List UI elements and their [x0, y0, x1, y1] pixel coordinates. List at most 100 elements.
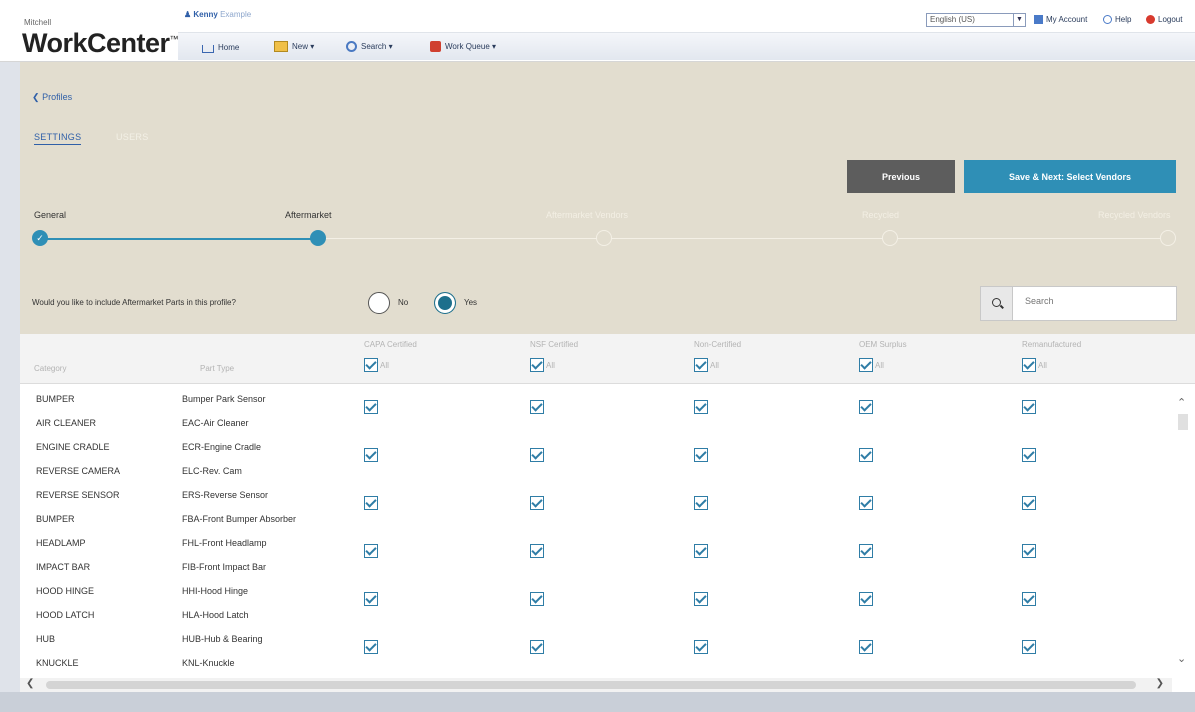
select-all-checkbox[interactable]: [859, 358, 873, 372]
select-all-oem-surplus[interactable]: All: [859, 358, 884, 372]
search-input[interactable]: [1025, 296, 1165, 306]
scroll-thumb[interactable]: [46, 681, 1136, 689]
step-label-aftermarket-vendors: Aftermarket Vendors: [546, 210, 629, 220]
no-radio-label[interactable]: No: [398, 298, 408, 307]
category-cell: REVERSE SENSOR: [36, 490, 120, 500]
all-label: All: [710, 360, 719, 370]
column-header-non-certified: Non-Certified: [694, 340, 742, 349]
step-aftermarket-dot[interactable]: [310, 230, 326, 246]
part-type-cell: HHI-Hood Hinge: [182, 586, 249, 596]
table-row: HEADLAMP FHL-Front Headlamp: [20, 532, 1172, 558]
all-label: All: [380, 360, 389, 370]
category-cell: IMPACT BAR: [36, 562, 91, 572]
column-header-remanufactured: Remanufactured: [1022, 340, 1082, 349]
category-cell: ENGINE CRADLE: [36, 442, 110, 452]
yes-radio[interactable]: [434, 292, 456, 314]
horizontal-scrollbar[interactable]: ❮ ❯: [20, 678, 1172, 692]
tab-users[interactable]: USERS: [116, 132, 149, 142]
part-type-cell: KNL-Knuckle: [182, 658, 235, 668]
scroll-up-icon[interactable]: ⌃: [1177, 396, 1186, 409]
step-label-recycled-vendors: Recycled Vendors: [1098, 210, 1171, 220]
vertical-scrollbar[interactable]: ⌃ ⌄: [1172, 384, 1195, 678]
table-row: BUMPER Bumper Park Sensor: [20, 388, 1172, 414]
category-cell: HUB: [36, 634, 56, 644]
part-type-cell: ERS-Reverse Sensor: [182, 490, 269, 500]
step-recycled-vendors-dot: [1160, 230, 1176, 246]
table-row: HOOD LATCH HLA-Hood Latch: [20, 604, 1172, 628]
profile-wizard-panel: ❮ Profiles SETTINGS USERS Previous Save …: [20, 62, 1195, 334]
step-label-general: General: [34, 210, 67, 220]
logout-icon: [1146, 15, 1155, 24]
yes-radio-label[interactable]: Yes: [464, 298, 477, 307]
part-type-cell: HLA-Hood Latch: [182, 610, 249, 620]
step-label-aftermarket: Aftermarket: [285, 210, 332, 220]
nav-work-queue[interactable]: Work Queue ▾: [430, 41, 496, 52]
select-all-capa[interactable]: All: [364, 358, 389, 372]
table-row: KNUCKLE KNL-Knuckle: [20, 652, 1172, 676]
search-box: [980, 286, 1177, 321]
nav-home[interactable]: Home: [202, 41, 239, 53]
brand-logo: WorkCenter™: [22, 28, 179, 59]
language-select[interactable]: English (US) ▼: [926, 13, 1026, 27]
progress-line-remaining: [318, 238, 1173, 239]
select-all-checkbox[interactable]: [364, 358, 378, 372]
select-all-checkbox[interactable]: [694, 358, 708, 372]
save-next-button[interactable]: Save & Next: Select Vendors: [964, 160, 1176, 193]
all-label: All: [875, 360, 884, 370]
select-all-non-certified[interactable]: All: [694, 358, 719, 372]
part-type-cell: FBA-Front Bumper Absorber: [182, 514, 297, 524]
column-header-category: Category: [34, 364, 67, 373]
no-radio[interactable]: [368, 292, 390, 314]
help-label: Help: [1115, 15, 1132, 24]
part-type-cell: ECR-Engine Cradle: [182, 442, 262, 452]
category-cell: BUMPER: [36, 394, 75, 404]
select-all-checkbox[interactable]: [1022, 358, 1036, 372]
user-name[interactable]: ♟ Kenny Example: [184, 10, 251, 19]
select-all-remanufactured[interactable]: All: [1022, 358, 1047, 372]
category-cell: AIR CLEANER: [36, 418, 97, 428]
select-all-nsf[interactable]: All: [530, 358, 555, 372]
chevron-down-icon[interactable]: ▼: [1013, 14, 1025, 26]
part-type-cell: EAC-Air Cleaner: [182, 418, 249, 428]
part-type-cell: FHL-Front Headlamp: [182, 538, 267, 548]
help-link[interactable]: Help: [1103, 15, 1131, 24]
nav-new-label: New ▾: [292, 42, 315, 51]
window-footer: [0, 692, 1195, 712]
previous-button[interactable]: Previous: [847, 160, 955, 193]
table-row: REVERSE CAMERA ELC-Rev. Cam: [20, 460, 1172, 484]
parts-table-body: BUMPER Bumper Park Sensor AIR CLEANER EAC-A…: [20, 384, 1172, 678]
all-label: All: [546, 360, 555, 370]
left-gutter: [0, 62, 20, 692]
main-nav: Home New ▾ Search ▾ Work Queue ▾: [178, 32, 1195, 60]
include-aftermarket-question: Would you like to include Aftermarket Pa…: [32, 298, 236, 307]
brand-company: Mitchell: [24, 18, 52, 27]
category-cell: HEADLAMP: [36, 538, 86, 548]
tab-settings[interactable]: SETTINGS: [34, 132, 82, 145]
search-icon: [346, 41, 357, 52]
step-label-recycled: Recycled: [862, 210, 900, 220]
help-icon: [1103, 15, 1112, 24]
nav-new[interactable]: New ▾: [274, 41, 314, 52]
scroll-left-icon[interactable]: ❮: [26, 678, 34, 689]
step-general-check-icon[interactable]: ✓: [32, 230, 48, 246]
search-button[interactable]: [981, 287, 1013, 320]
nav-search[interactable]: Search ▾: [346, 41, 393, 52]
language-value: English (US): [930, 15, 975, 24]
back-to-profiles-link[interactable]: ❮ Profiles: [32, 92, 72, 103]
scroll-thumb[interactable]: [1178, 414, 1188, 430]
scroll-right-icon[interactable]: ❯: [1156, 678, 1164, 689]
category-cell: HOOD HINGE: [36, 586, 95, 596]
category-cell: HOOD LATCH: [36, 610, 95, 620]
part-type-cell: FIB-Front Impact Bar: [182, 562, 267, 572]
category-cell: REVERSE CAMERA: [36, 466, 121, 476]
select-all-checkbox[interactable]: [530, 358, 544, 372]
logout-link[interactable]: Logout: [1146, 15, 1182, 24]
progress-line-completed: [40, 238, 318, 240]
my-account-link[interactable]: My Account: [1034, 15, 1087, 24]
step-recycled-dot: [882, 230, 898, 246]
scroll-down-icon[interactable]: ⌄: [1177, 652, 1186, 665]
table-row: BUMPER FBA-Front Bumper Absorber: [20, 508, 1172, 532]
nav-search-label: Search ▾: [361, 42, 393, 51]
part-type-cell: ELC-Rev. Cam: [182, 466, 242, 476]
user-last-name: Example: [220, 10, 252, 19]
